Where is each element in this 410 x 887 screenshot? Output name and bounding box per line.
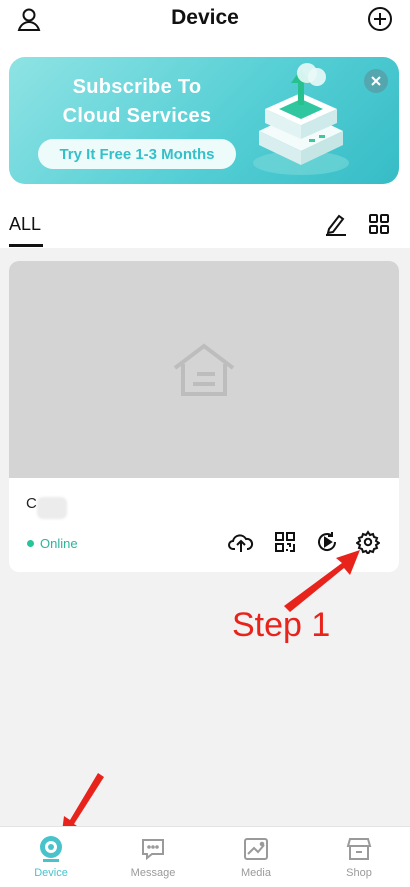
top-bar: Device [0,0,410,44]
free-trial-button[interactable]: Try It Free 1-3 Months [38,139,236,169]
settings-gear-icon[interactable] [355,529,381,555]
home-placeholder-icon [173,342,235,396]
cloud-server-illustration [253,63,349,175]
device-card[interactable]: C Online [9,261,399,572]
nav-shop-label: Shop [346,867,372,879]
shop-icon [345,835,373,863]
status-text: Online [40,536,78,551]
nav-media[interactable]: Media [205,827,307,887]
page-title: Device [171,6,239,29]
add-device-icon[interactable] [365,4,395,34]
message-icon [139,835,167,863]
media-icon [242,835,270,863]
online-indicator [27,540,34,547]
close-icon [371,76,381,86]
device-name: C [26,495,37,512]
close-banner-button[interactable] [364,69,388,93]
bottom-navigation: Device Message Media Shop [0,826,410,887]
redacted-name-area [37,497,67,519]
playback-icon[interactable] [314,529,340,555]
step-label: Step 1 [232,606,331,644]
banner-title: Subscribe To Cloud Services [62,76,212,127]
tab-active-indicator [9,244,43,247]
edit-icon[interactable] [323,211,349,237]
nav-shop[interactable]: Shop [308,827,410,887]
nav-device-label: Device [34,867,68,879]
cloud-upload-icon[interactable] [228,529,254,555]
top-section: Subscribe To Cloud Services Try It Free … [0,44,410,248]
device-thumbnail[interactable] [9,261,399,478]
nav-device[interactable]: Device [0,827,102,887]
nav-media-label: Media [241,867,271,879]
qr-code-icon[interactable] [272,529,298,555]
device-status: Online [27,536,78,551]
nav-message[interactable]: Message [102,827,204,887]
tab-all[interactable]: ALL [9,214,41,235]
grid-view-icon[interactable] [366,211,392,237]
device-icon [37,835,65,863]
cloud-banner[interactable]: Subscribe To Cloud Services Try It Free … [9,57,399,184]
nav-message-label: Message [130,867,176,879]
